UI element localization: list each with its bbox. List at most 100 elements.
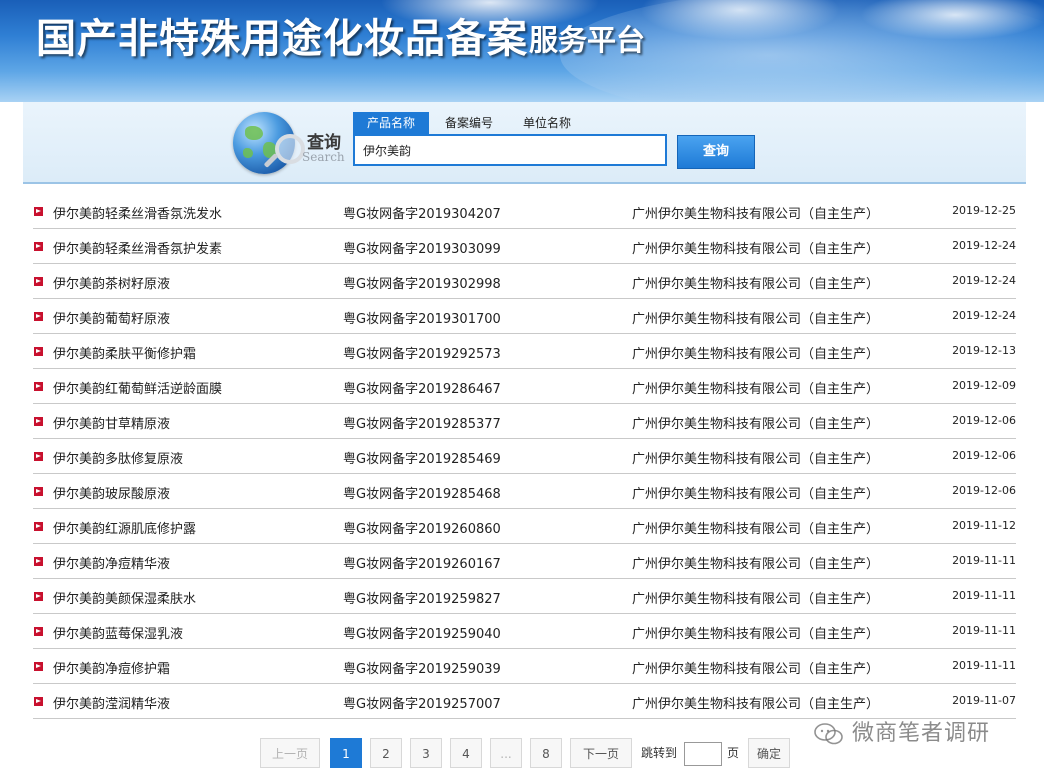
product-name-link[interactable]: 伊尔美韵滢润精华液 [53,693,170,712]
wechat-logo-icon [814,723,843,745]
results-list: 伊尔美韵轻柔丝滑香氛洗发水 粤G妆网备字2019304207 广州伊尔美生物科技有限… [33,194,1016,719]
list-item: 伊尔美韵轻柔丝滑香氛护发素 粤G妆网备字2019303099 广州伊尔美生物科技有限… [33,229,1016,264]
record-number: 粤G妆网备字2019260860 [343,522,501,537]
page-button-2[interactable]: 2 [370,738,402,768]
arrow-right-icon [34,417,43,426]
list-item: 伊尔美韵多肽修复原液 粤G妆网备字2019285469 广州伊尔美生物科技有限公司（… [33,439,1016,474]
next-page-button[interactable]: 下一页 [570,738,632,768]
arrow-right-icon [34,662,43,671]
arrow-right-icon [34,347,43,356]
list-item: 伊尔美韵茶树籽原液 粤G妆网备字2019302998 广州伊尔美生物科技有限公司（自… [33,264,1016,299]
arrow-right-icon [34,452,43,461]
list-item: 伊尔美韵净痘精华液 粤G妆网备字2019260167 广州伊尔美生物科技有限公司（自… [33,544,1016,579]
record-date: 2019-12-24 [952,309,1016,322]
record-number: 粤G妆网备字2019292573 [343,347,501,362]
tab-product-name[interactable]: 产品名称 [353,112,429,134]
page-jump-input[interactable] [684,742,722,766]
company-name: 广州伊尔美生物科技有限公司（自主生产） [632,697,880,712]
record-date: 2019-11-11 [952,659,1016,672]
record-number: 粤G妆网备字2019301700 [343,312,501,327]
product-name-link[interactable]: 伊尔美韵轻柔丝滑香氛洗发水 [53,203,222,222]
prev-page-button[interactable]: 上一页 [260,738,320,768]
company-name: 广州伊尔美生物科技有限公司（自主生产） [632,592,880,607]
company-name: 广州伊尔美生物科技有限公司（自主生产） [632,417,880,432]
record-date: 2019-11-07 [952,694,1016,707]
search-button[interactable]: 查询 [677,135,755,169]
company-name: 广州伊尔美生物科技有限公司（自主生产） [632,662,880,677]
record-number: 粤G妆网备字2019285469 [343,452,501,467]
product-name-link[interactable]: 伊尔美韵甘草精原液 [53,413,170,432]
list-item: 伊尔美韵玻尿酸原液 粤G妆网备字2019285468 广州伊尔美生物科技有限公司（自… [33,474,1016,509]
record-number: 粤G妆网备字2019304207 [343,207,501,222]
tab-record-number[interactable]: 备案编号 [431,112,507,134]
record-date: 2019-11-12 [952,519,1016,532]
confirm-jump-button[interactable]: 确定 [748,738,790,768]
company-name: 广州伊尔美生物科技有限公司（自主生产） [632,557,880,572]
record-number: 粤G妆网备字2019259827 [343,592,501,607]
watermark-text: 微商笔者调研 [852,721,991,746]
company-name: 广州伊尔美生物科技有限公司（自主生产） [632,627,880,642]
page-button-8[interactable]: 8 [530,738,562,768]
product-name-link[interactable]: 伊尔美韵红葡萄鲜活逆龄面膜 [53,378,222,397]
record-number: 粤G妆网备字2019302998 [343,277,501,292]
record-date: 2019-11-11 [952,554,1016,567]
record-date: 2019-12-25 [952,204,1016,217]
record-number: 粤G妆网备字2019285377 [343,417,501,432]
product-name-link[interactable]: 伊尔美韵净痘修护霜 [53,658,170,677]
page-button-4[interactable]: 4 [450,738,482,768]
record-date: 2019-12-24 [952,239,1016,252]
record-number: 粤G妆网备字2019260167 [343,557,501,572]
arrow-right-icon [34,312,43,321]
company-name: 广州伊尔美生物科技有限公司（自主生产） [632,452,880,467]
company-name: 广州伊尔美生物科技有限公司（自主生产） [632,312,880,327]
page-ellipsis: ... [490,738,522,768]
page-unit-label: 页 [727,746,740,760]
record-number: 粤G妆网备字2019257007 [343,697,501,712]
record-number: 粤G妆网备字2019285468 [343,487,501,502]
product-name-link[interactable]: 伊尔美韵柔肤平衡修护霜 [53,343,196,362]
record-date: 2019-11-11 [952,624,1016,637]
tab-company-name[interactable]: 单位名称 [509,112,585,134]
company-name: 广州伊尔美生物科技有限公司（自主生产） [632,522,880,537]
list-item: 伊尔美韵滢润精华液 粤G妆网备字2019257007 广州伊尔美生物科技有限公司（自… [33,684,1016,719]
product-name-link[interactable]: 伊尔美韵红源肌底修护露 [53,518,196,537]
search-input[interactable] [353,134,667,166]
arrow-right-icon [34,697,43,706]
company-name: 广州伊尔美生物科技有限公司（自主生产） [632,207,880,222]
record-date: 2019-12-06 [952,449,1016,462]
product-name-link[interactable]: 伊尔美韵多肽修复原液 [53,448,183,467]
record-date: 2019-12-06 [952,414,1016,427]
page-button-3[interactable]: 3 [410,738,442,768]
record-date: 2019-12-13 [952,344,1016,357]
arrow-right-icon [34,627,43,636]
list-item: 伊尔美韵柔肤平衡修护霜 粤G妆网备字2019292573 广州伊尔美生物科技有限公司… [33,334,1016,369]
company-name: 广州伊尔美生物科技有限公司（自主生产） [632,382,880,397]
list-item: 伊尔美韵蓝莓保湿乳液 粤G妆网备字2019259040 广州伊尔美生物科技有限公司（… [33,614,1016,649]
product-name-link[interactable]: 伊尔美韵轻柔丝滑香氛护发素 [53,238,222,257]
page-button-1[interactable]: 1 [330,738,362,768]
arrow-right-icon [34,277,43,286]
company-name: 广州伊尔美生物科技有限公司（自主生产） [632,487,880,502]
list-item: 伊尔美韵净痘修护霜 粤G妆网备字2019259039 广州伊尔美生物科技有限公司（自… [33,649,1016,684]
search-label-en: Search [302,150,345,164]
jump-to-label: 跳转到 [641,746,678,760]
product-name-link[interactable]: 伊尔美韵美颜保湿柔肤水 [53,588,196,607]
arrow-right-icon [34,487,43,496]
product-name-link[interactable]: 伊尔美韵玻尿酸原液 [53,483,170,502]
product-name-link[interactable]: 伊尔美韵葡萄籽原液 [53,308,170,327]
arrow-right-icon [34,242,43,251]
list-item: 伊尔美韵葡萄籽原液 粤G妆网备字2019301700 广州伊尔美生物科技有限公司（自… [33,299,1016,334]
magnifier-icon [275,134,305,164]
record-date: 2019-12-24 [952,274,1016,287]
product-name-link[interactable]: 伊尔美韵茶树籽原液 [53,273,170,292]
page-subtitle: 服务平台 [529,23,646,57]
product-name-link[interactable]: 伊尔美韵净痘精华液 [53,553,170,572]
list-item: 伊尔美韵轻柔丝滑香氛洗发水 粤G妆网备字2019304207 广州伊尔美生物科技有限… [33,194,1016,229]
list-item: 伊尔美韵红葡萄鲜活逆龄面膜 粤G妆网备字2019286467 广州伊尔美生物科技有限… [33,369,1016,404]
arrow-right-icon [34,382,43,391]
company-name: 广州伊尔美生物科技有限公司（自主生产） [632,242,880,257]
product-name-link[interactable]: 伊尔美韵蓝莓保湿乳液 [53,623,183,642]
page-title: 国产非特殊用途化妆品备案 [36,15,528,62]
company-name: 广州伊尔美生物科技有限公司（自主生产） [632,347,880,362]
search-panel: 查询 Search 产品名称 备案编号 单位名称 查询 [23,102,1026,184]
